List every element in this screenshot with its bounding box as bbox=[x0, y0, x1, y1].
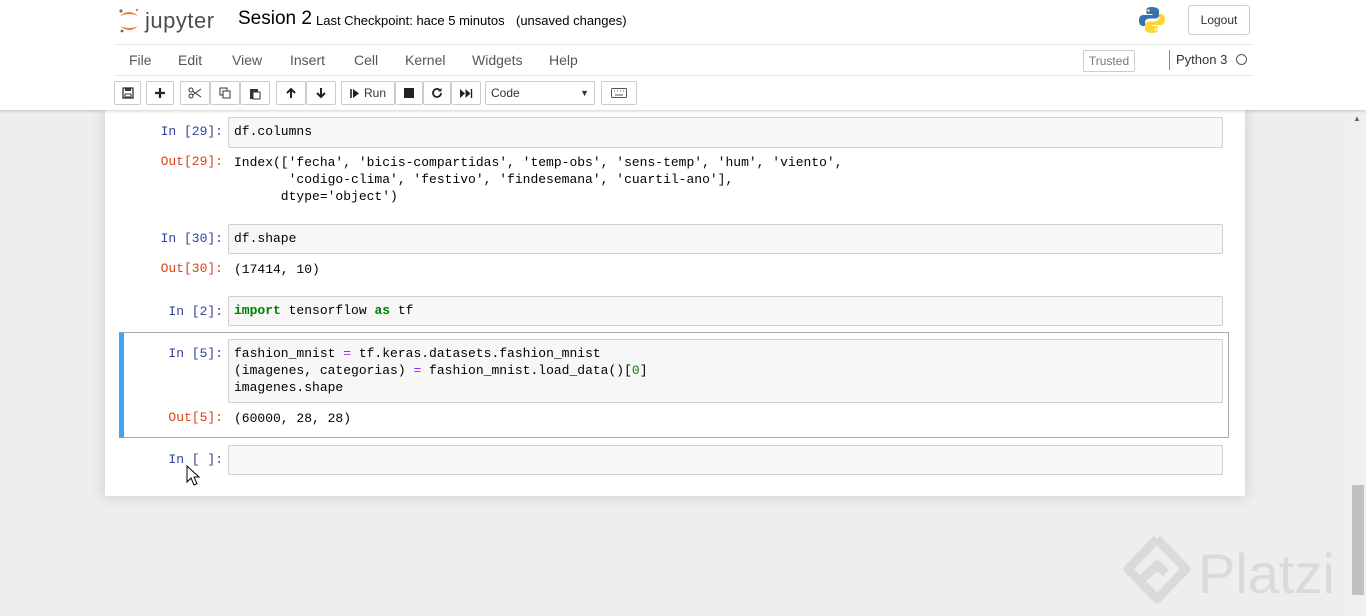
run-button-label: Run bbox=[363, 86, 386, 100]
code-text: import tensorflow as tf bbox=[234, 303, 414, 318]
code-input[interactable]: import tensorflow as tf bbox=[228, 296, 1223, 326]
cell-output: (60000, 28, 28) bbox=[234, 411, 352, 426]
platzi-watermark: Platzi bbox=[1122, 535, 1335, 611]
cell-type-select[interactable]: Code ▼ bbox=[485, 81, 595, 105]
restart-run-all-button[interactable] bbox=[451, 81, 481, 105]
output-prompt: Out[5]: bbox=[168, 410, 223, 425]
code-input[interactable]: df.columns bbox=[228, 117, 1223, 148]
unsaved-changes-status: (unsaved changes) bbox=[516, 13, 627, 28]
menu-cell[interactable]: Cell bbox=[354, 52, 378, 68]
code-text: df.columns bbox=[234, 124, 313, 139]
input-prompt: In [5]: bbox=[168, 346, 223, 361]
arrow-down-icon bbox=[316, 88, 326, 99]
checkpoint-status: Last Checkpoint: hace 5 minutos bbox=[316, 13, 505, 28]
plus-icon bbox=[155, 88, 165, 98]
operator-equals: = bbox=[343, 346, 352, 361]
save-icon bbox=[121, 87, 134, 99]
number-literal: 0 bbox=[631, 363, 640, 378]
restart-icon bbox=[432, 88, 442, 98]
scissors-icon bbox=[188, 87, 202, 99]
logout-button[interactable]: Logout bbox=[1188, 5, 1250, 35]
notebook-container: In [29]: df.columns Out[29]: Index(['fec… bbox=[105, 110, 1245, 496]
fast-forward-icon bbox=[460, 88, 473, 98]
menu-edit[interactable]: Edit bbox=[178, 52, 202, 68]
header: jupyter Sesion 2 Last Checkpoint: hace 5… bbox=[0, 0, 1366, 110]
keyword-import: import bbox=[234, 303, 281, 318]
kernel-separator bbox=[1169, 50, 1170, 70]
input-prompt: In [ ]: bbox=[168, 452, 223, 467]
menu-file[interactable]: File bbox=[129, 52, 152, 68]
arrow-up-icon bbox=[286, 87, 296, 98]
input-prompt: In [2]: bbox=[168, 304, 223, 319]
code-input[interactable]: fashion_mnist = tf.keras.datasets.fashio… bbox=[228, 339, 1223, 403]
kernel-name: Python 3 bbox=[1176, 52, 1228, 67]
jupyter-logo-icon bbox=[119, 8, 139, 33]
cell-output: Index(['fecha', 'bicis-compartidas', 'te… bbox=[234, 155, 843, 204]
menu-view[interactable]: View bbox=[232, 52, 262, 68]
cell-output: (17414, 10) bbox=[234, 262, 320, 277]
scrollbar-thumb[interactable] bbox=[1352, 485, 1364, 595]
menu-bar: File Edit View Insert Cell Kernel Widget… bbox=[114, 44, 1252, 76]
kernel-idle-indicator-icon bbox=[1236, 54, 1247, 65]
copy-icon bbox=[219, 87, 231, 99]
notebook-name[interactable]: Sesion 2 bbox=[238, 8, 312, 30]
menu-kernel[interactable]: Kernel bbox=[405, 52, 445, 68]
menu-widgets[interactable]: Widgets bbox=[472, 52, 523, 68]
command-palette-button[interactable] bbox=[601, 81, 637, 105]
output-prompt: Out[29]: bbox=[160, 154, 223, 169]
input-prompt: In [29]: bbox=[160, 124, 223, 139]
interrupt-button[interactable] bbox=[395, 81, 423, 105]
menu-help[interactable]: Help bbox=[549, 52, 578, 68]
operator-equals: = bbox=[413, 363, 422, 378]
output-prompt: Out[30]: bbox=[160, 261, 223, 276]
keyword-as: as bbox=[374, 303, 391, 318]
move-down-button[interactable] bbox=[306, 81, 336, 105]
chevron-down-icon: ▼ bbox=[580, 88, 589, 98]
menu-insert[interactable]: Insert bbox=[290, 52, 325, 68]
input-prompt: In [30]: bbox=[160, 231, 223, 246]
keyboard-icon bbox=[611, 88, 627, 98]
cell-type-value: Code bbox=[491, 86, 520, 100]
mouse-cursor-icon bbox=[186, 464, 201, 492]
move-up-button[interactable] bbox=[276, 81, 306, 105]
code-text: fashion_mnist = tf.keras.datasets.fashio… bbox=[234, 346, 648, 395]
save-button[interactable] bbox=[114, 81, 141, 105]
jupyter-logo[interactable]: jupyter bbox=[117, 5, 215, 37]
watermark-text: Platzi bbox=[1198, 541, 1335, 605]
code-text: df.shape bbox=[234, 231, 297, 246]
stop-icon bbox=[404, 88, 414, 98]
restart-button[interactable] bbox=[423, 81, 451, 105]
step-forward-icon bbox=[350, 88, 359, 98]
cut-button[interactable] bbox=[180, 81, 210, 105]
trusted-badge[interactable]: Trusted bbox=[1083, 50, 1135, 72]
insert-cell-button[interactable] bbox=[146, 81, 174, 105]
copy-button[interactable] bbox=[210, 81, 240, 105]
code-input-empty[interactable] bbox=[228, 445, 1223, 475]
paste-button[interactable] bbox=[240, 81, 270, 105]
run-button[interactable]: Run bbox=[341, 81, 395, 105]
jupyter-logo-text: jupyter bbox=[145, 8, 215, 33]
code-input[interactable]: df.shape bbox=[228, 224, 1223, 254]
python-logo-icon bbox=[1137, 5, 1167, 40]
platzi-logo-icon bbox=[1123, 535, 1191, 604]
paste-icon bbox=[250, 88, 261, 99]
scroll-up-arrow-icon[interactable]: ▲ bbox=[1353, 114, 1361, 123]
